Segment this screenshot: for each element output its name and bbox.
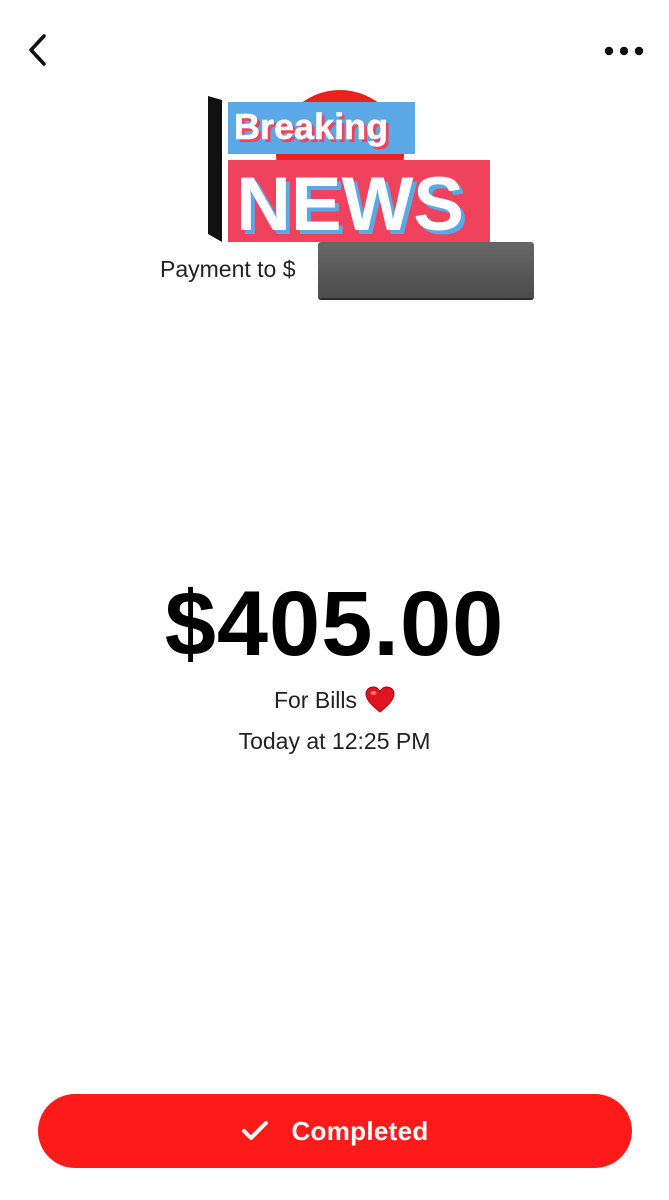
completed-status-button[interactable]: Completed (38, 1094, 632, 1168)
chevron-left-icon (29, 34, 46, 66)
payment-timestamp: Today at 12:25 PM (238, 728, 431, 754)
more-horizontal-icon (604, 46, 644, 56)
recipient-redaction-bar (318, 242, 534, 298)
payment-amount: $405.00 (164, 573, 505, 675)
payment-note-text: For Bills (273, 686, 358, 713)
breaking-news-banner: Breaking Breaking NEWS NEWS (200, 88, 510, 248)
payment-note: For Bills (0, 686, 669, 714)
checkmark-icon (242, 1121, 269, 1140)
banner-breaking-text: Breaking (234, 106, 388, 147)
completed-status-label: Completed (291, 1115, 429, 1146)
red-heart-icon (365, 686, 395, 713)
back-button[interactable] (18, 28, 58, 72)
banner-black-bar (208, 96, 222, 242)
payment-recipient-label: Payment to $ (160, 256, 296, 282)
more-options-button[interactable] (601, 34, 647, 68)
banner-news-text: NEWS (236, 162, 464, 247)
